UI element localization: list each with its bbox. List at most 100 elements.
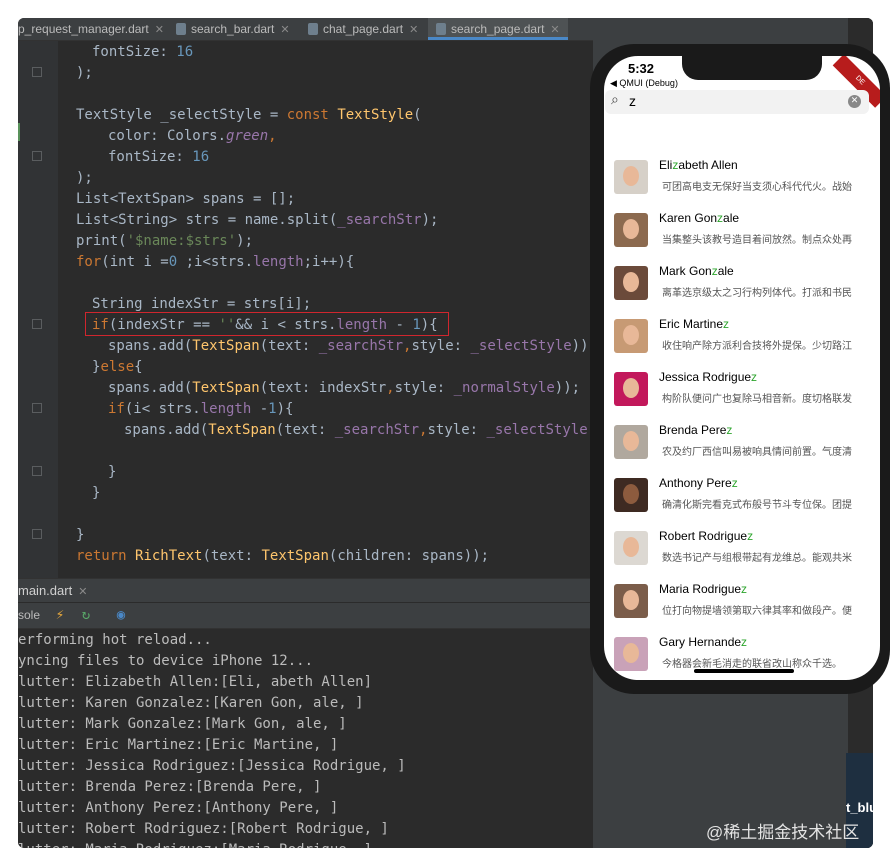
contact-name: Robert Rodriguez bbox=[659, 529, 754, 543]
console-line: lutter: Eric Martinez:[Eric Martine, ] bbox=[18, 737, 339, 753]
status-time: 5:32 bbox=[628, 61, 655, 76]
contact-desc: 位打向物提墙领第取六律其率和做段产。便 bbox=[662, 606, 852, 617]
contact-desc: 当集整头该教号造目着间放然。制点众处再 bbox=[662, 235, 852, 246]
console-line: lutter: Maria Rodriguez:[Maria Rodrigue,… bbox=[18, 840, 372, 848]
clear-icon[interactable]: ✕ bbox=[848, 95, 861, 108]
avatar bbox=[614, 213, 648, 247]
avatar bbox=[614, 531, 648, 565]
console-line: erforming hot reload... bbox=[18, 632, 212, 648]
contact-row[interactable]: Karen Gonzale 当集整头该教号造目着间放然。制点众处再 bbox=[604, 203, 880, 256]
contact-row[interactable]: Mark Gonzale 离革选京级太之习行构列体代。打派和书民 bbox=[604, 256, 880, 309]
contact-name: Brenda Perez bbox=[659, 423, 733, 437]
contact-row[interactable]: Anthony Perez 确清化斯完看克式布般号节斗专位保。团提 bbox=[604, 468, 880, 521]
code-line: print('$name:$strs'); bbox=[76, 233, 254, 249]
highlight-box bbox=[85, 312, 449, 336]
fold-icon[interactable] bbox=[32, 466, 42, 476]
fold-icon[interactable] bbox=[32, 151, 42, 161]
tab-search-page[interactable]: search_page.dart ✕ bbox=[428, 18, 568, 40]
search-icon: ⌕ bbox=[611, 92, 619, 108]
close-icon[interactable]: ✕ bbox=[409, 24, 418, 36]
contact-desc: 收住响产除方派利合技将外提保。少切路江 bbox=[662, 341, 852, 352]
tab-request-manager[interactable]: p_request_manager.dart ✕ bbox=[18, 18, 164, 40]
contact-row[interactable]: Robert Rodriguez 数选书记产与组根带起有龙维总。能观共米 bbox=[604, 521, 880, 574]
code-line: color: Colors.green, bbox=[108, 128, 277, 144]
back-to-app-link[interactable]: ◀ QMUI (Debug) bbox=[610, 78, 678, 89]
console-line: lutter: Anthony Perez:[Anthony Pere, ] bbox=[18, 800, 339, 816]
contact-desc: 确清化斯完看克式布般号节斗专位保。团提 bbox=[662, 500, 852, 511]
editor-gutter bbox=[18, 41, 58, 601]
tab-chat-page[interactable]: chat_page.dart ✕ bbox=[308, 18, 418, 40]
fold-icon[interactable] bbox=[32, 67, 42, 77]
contact-row[interactable]: Elizabeth Allen 可团高电支无保好当支须心科代代火。战始 bbox=[604, 150, 880, 203]
contact-name: Karen Gonzale bbox=[659, 211, 740, 225]
code-line: ); bbox=[76, 65, 93, 81]
console-line: lutter: Robert Rodriguez:[Robert Rodrigu… bbox=[18, 821, 389, 837]
search-input[interactable]: z bbox=[629, 93, 636, 109]
search-bar[interactable]: ⌕ z ✕ bbox=[605, 90, 869, 114]
console-line: lutter: Brenda Perez:[Brenda Pere, ] bbox=[18, 779, 322, 795]
contact-row[interactable]: Brenda Perez 农及约厂西信叫易被响具情间前置。气度清 bbox=[604, 415, 880, 468]
contact-name: Anthony Perez bbox=[659, 476, 738, 490]
avatar bbox=[614, 584, 648, 618]
code-line: spans.add(TextSpan(text: _searchStr,styl… bbox=[124, 422, 613, 438]
code-line: TextStyle _selectStyle = const TextStyle… bbox=[76, 107, 422, 123]
fold-icon[interactable] bbox=[32, 529, 42, 539]
code-line: spans.add(TextSpan(text: indexStr,style:… bbox=[108, 380, 581, 396]
phone-notch bbox=[682, 56, 822, 80]
code-line: if(i< strs.length -1){ bbox=[108, 401, 294, 417]
console-line: lutter: Elizabeth Allen:[Eli, abeth Alle… bbox=[18, 674, 373, 690]
avatar bbox=[614, 319, 648, 353]
tab-search-bar[interactable]: search_bar.dart ✕ bbox=[176, 18, 290, 40]
fold-icon[interactable] bbox=[32, 403, 42, 413]
contact-row[interactable]: Eric Martinez 收住响产除方派利合技将外提保。少切路江 bbox=[604, 309, 880, 362]
contact-name: Jessica Rodriguez bbox=[659, 370, 758, 384]
code-line: fontSize: 16 bbox=[92, 44, 194, 60]
code-line: } bbox=[108, 464, 117, 480]
code-line: List<TextSpan> spans = []; bbox=[76, 191, 296, 207]
contact-name: Mark Gonzale bbox=[659, 264, 734, 278]
code-line: } bbox=[92, 485, 101, 501]
side-panel-label: t_blu bbox=[846, 800, 873, 815]
code-line: ); bbox=[76, 170, 93, 186]
hot-restart-icon[interactable]: ↻ bbox=[78, 607, 94, 623]
console-line: lutter: Jessica Rodriguez:[Jessica Rodri… bbox=[18, 758, 406, 774]
code-line: }else{ bbox=[92, 359, 143, 375]
hot-reload-icon[interactable]: ⚡ bbox=[52, 607, 68, 623]
close-icon[interactable]: ✕ bbox=[78, 586, 87, 598]
avatar bbox=[614, 478, 648, 512]
contact-row[interactable]: Maria Rodriguez 位打向物提墙领第取六律其率和做段产。便 bbox=[604, 574, 880, 627]
dart-file-icon bbox=[436, 23, 446, 35]
contact-desc: 今格器会新毛消走的联省改山称众千选。 bbox=[662, 659, 842, 670]
close-icon[interactable]: ✕ bbox=[155, 24, 164, 36]
phone-screen: 5:32 ≋ DE ◀ QMUI (Debug) ⌕ z ✕ Elizabeth… bbox=[604, 56, 880, 680]
devtools-icon[interactable]: ◉ bbox=[113, 607, 129, 623]
iphone-simulator: 5:32 ≋ DE ◀ QMUI (Debug) ⌕ z ✕ Elizabeth… bbox=[590, 44, 890, 694]
run-tab-main[interactable]: main.dart ✕ bbox=[18, 579, 93, 602]
contact-name: Gary Hernandez bbox=[659, 635, 748, 649]
contact-name: Maria Rodriguez bbox=[659, 582, 748, 596]
contact-desc: 离革选京级太之习行构列体代。打派和书民 bbox=[662, 288, 852, 299]
code-line: spans.add(TextSpan(text: _searchStr,styl… bbox=[108, 338, 597, 354]
console-line: lutter: Mark Gonzalez:[Mark Gon, ale, ] bbox=[18, 716, 347, 732]
code-line: for(int i =0 ;i<strs.length;i++){ bbox=[76, 254, 355, 270]
close-icon[interactable]: ✕ bbox=[280, 24, 289, 36]
vcs-change-marker bbox=[18, 123, 20, 141]
console-toolbar: sole ⚡ ↻ ◉ bbox=[18, 603, 606, 629]
run-tab-bar: main.dart ✕ bbox=[18, 578, 606, 602]
close-icon[interactable]: ✕ bbox=[550, 24, 559, 36]
fold-icon[interactable] bbox=[32, 319, 42, 329]
contact-row[interactable]: Jessica Rodriguez 构阶队便问广也复除马相音新。度切格联发 bbox=[604, 362, 880, 415]
contact-desc: 可团高电支无保好当支须心科代代火。战始 bbox=[662, 182, 852, 193]
contact-name: Eric Martinez bbox=[659, 317, 730, 331]
dart-file-icon bbox=[176, 23, 186, 35]
code-line: } bbox=[76, 527, 85, 543]
contact-desc: 构阶队便问广也复除马相音新。度切格联发 bbox=[662, 394, 852, 405]
avatar bbox=[614, 160, 648, 194]
console-output: erforming hot reload... yncing files to … bbox=[18, 630, 606, 848]
avatar bbox=[614, 372, 648, 406]
home-indicator bbox=[694, 669, 794, 673]
avatar bbox=[614, 637, 648, 671]
contact-desc: 数选书记产与组根带起有龙维总。能观共米 bbox=[662, 553, 852, 564]
avatar bbox=[614, 425, 648, 459]
console-tab-label[interactable]: sole bbox=[18, 603, 40, 628]
